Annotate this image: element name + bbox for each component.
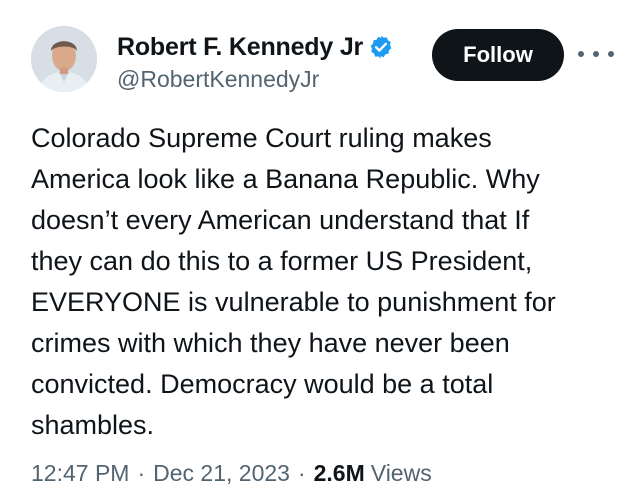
tweet-text-line: EVERYONE is vulnerable to punishment for xyxy=(31,287,556,317)
author-display-name[interactable]: Robert F. Kennedy Jr xyxy=(117,33,363,62)
dot xyxy=(578,51,584,57)
tweet-text: Colorado Supreme Court ruling makes Amer… xyxy=(31,118,621,446)
more-options-icon[interactable] xyxy=(578,40,614,68)
meta-separator: · xyxy=(137,460,146,486)
tweet-metadata: 12:47 PM · Dec 21, 2023 · 2.6M Views xyxy=(31,460,432,487)
tweet-text-line: crimes with which they have never been xyxy=(31,328,510,358)
tweet-text-line: doesn’t every American understand that I… xyxy=(31,205,530,235)
tweet-text-line: Colorado Supreme Court ruling makes xyxy=(31,123,492,153)
tweet-text-line: they can do this to a former US Presiden… xyxy=(31,246,533,276)
tweet-date[interactable]: Dec 21, 2023 xyxy=(153,460,290,487)
dot xyxy=(593,51,599,57)
follow-button[interactable]: Follow xyxy=(432,29,564,81)
tweet-text-line: convicted. Democracy would be a total xyxy=(31,369,494,399)
verified-badge-icon xyxy=(368,34,394,60)
tweet-card: Robert F. Kennedy Jr @RobertKennedyJr Fo… xyxy=(0,0,640,501)
tweet-text-line: America look like a Banana Republic. Why xyxy=(31,164,540,194)
views-label[interactable]: Views xyxy=(371,460,432,487)
tweet-time[interactable]: 12:47 PM xyxy=(31,460,129,487)
avatar[interactable] xyxy=(31,26,97,92)
author-handle[interactable]: @RobertKennedyJr xyxy=(117,66,319,93)
dot xyxy=(608,51,614,57)
meta-separator: · xyxy=(297,460,306,486)
avatar-image xyxy=(31,26,97,92)
author-name-row: Robert F. Kennedy Jr xyxy=(117,30,394,64)
views-count[interactable]: 2.6M xyxy=(314,460,365,487)
tweet-text-line: shambles. xyxy=(31,410,155,440)
